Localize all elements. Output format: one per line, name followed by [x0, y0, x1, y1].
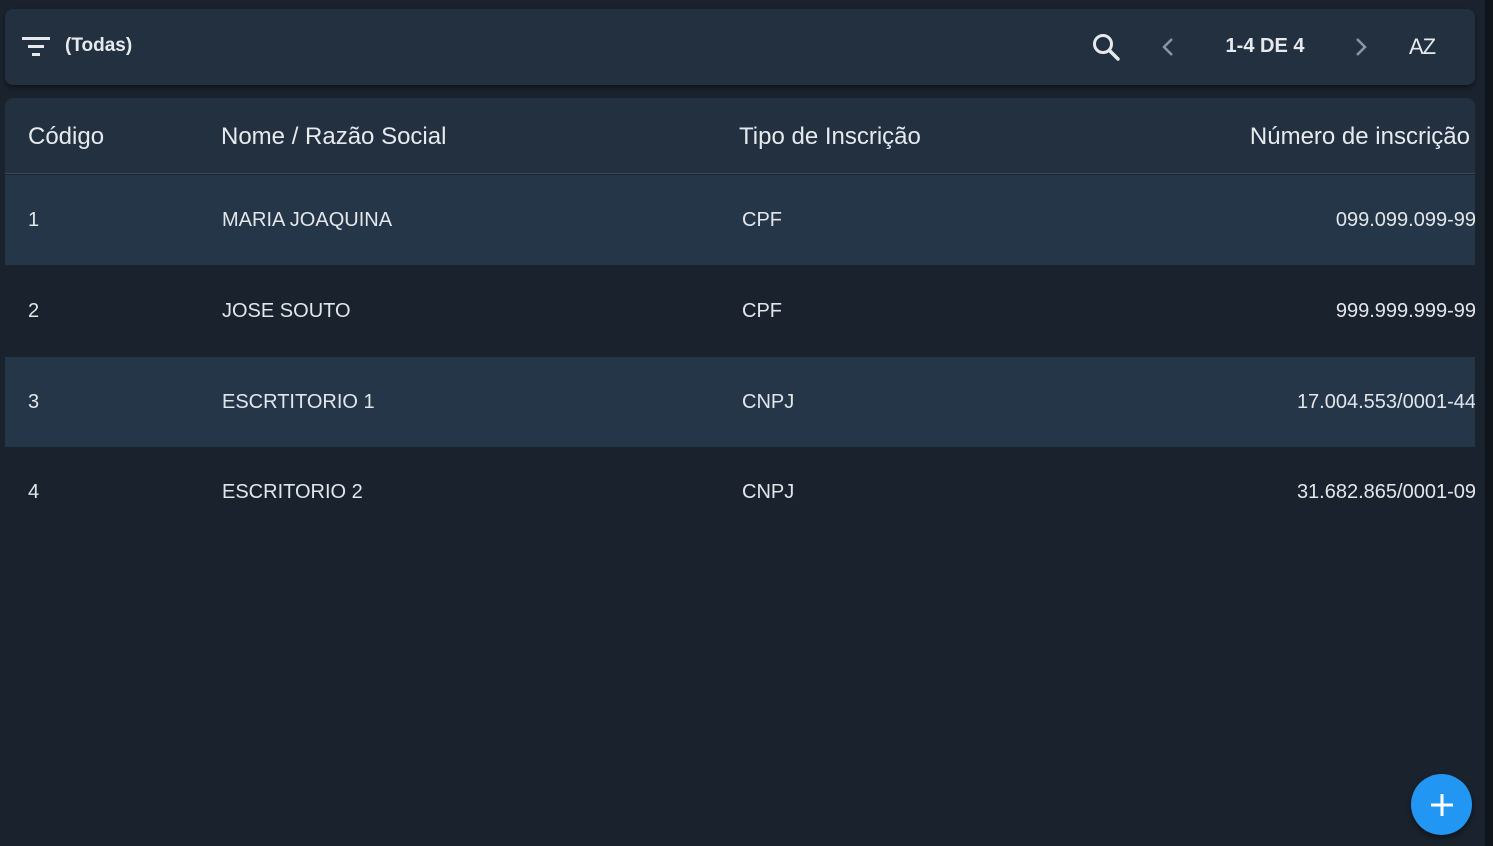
add-button[interactable] — [1411, 774, 1472, 835]
sort-alpha-icon: · AZ — [1408, 30, 1436, 59]
sort-label: AZ — [1408, 34, 1436, 59]
cell-type: CNPJ — [742, 481, 795, 503]
cell-type: CNPJ — [742, 391, 795, 413]
chevron-left-icon — [1162, 38, 1173, 56]
pagination-info: 1-4 DE 4 — [1225, 35, 1305, 57]
header-number[interactable]: Número de inscrição — [1250, 123, 1470, 151]
cell-code: 1 — [28, 209, 40, 231]
add-icon — [1430, 793, 1453, 816]
chevron-right-icon — [1356, 38, 1367, 56]
sort-button[interactable]: · AZ — [1400, 27, 1444, 67]
cell-name: MARIA JOAQUINA — [222, 209, 393, 231]
cell-number: 31.682.865/0001-09 — [1296, 481, 1475, 503]
window-edge — [1485, 0, 1493, 846]
cell-name: ESCRTITORIO 1 — [222, 391, 375, 413]
cell-type: CPF — [742, 209, 782, 231]
search-button[interactable] — [1088, 29, 1124, 65]
table-row[interactable]: 2 JOSE SOUTO CPF 999.999.999-99 — [5, 266, 1475, 356]
table-row[interactable]: 1 MARIA JOAQUINA CPF 099.099.099-99 — [5, 175, 1475, 265]
cell-name: JOSE SOUTO — [222, 300, 351, 322]
cell-code: 4 — [28, 481, 40, 503]
header-name[interactable]: Nome / Razão Social — [221, 123, 446, 151]
header-code[interactable]: Código — [28, 123, 104, 151]
filter-list-icon — [22, 37, 50, 56]
list-toolbar: (Todas) 1-4 DE 4 · AZ — [5, 9, 1475, 85]
table-row[interactable]: 4 ESCRITORIO 2 CNPJ 31.682.865/0001-09 — [5, 447, 1475, 537]
next-page-button[interactable] — [1346, 29, 1376, 65]
cell-number: 099.099.099-99 — [1335, 209, 1475, 231]
cell-name: ESCRITORIO 2 — [222, 481, 363, 503]
table-header: Código Nome / Razão Social Tipo de Inscr… — [5, 98, 1475, 174]
cell-code: 3 — [28, 391, 40, 413]
search-icon — [1093, 34, 1120, 61]
cell-code: 2 — [28, 300, 40, 322]
header-type[interactable]: Tipo de Inscrição — [739, 123, 921, 151]
filter-button[interactable] — [19, 29, 53, 63]
table-row[interactable]: 3 ESCRTITORIO 1 CNPJ 17.004.553/0001-44 — [5, 357, 1475, 447]
cell-number: 17.004.553/0001-44 — [1296, 391, 1475, 413]
cell-number: 999.999.999-99 — [1335, 300, 1475, 322]
cell-type: CPF — [742, 300, 782, 322]
records-table: Código Nome / Razão Social Tipo de Inscr… — [5, 98, 1475, 578]
previous-page-button[interactable] — [1153, 29, 1183, 65]
filter-label[interactable]: (Todas) — [65, 35, 132, 57]
